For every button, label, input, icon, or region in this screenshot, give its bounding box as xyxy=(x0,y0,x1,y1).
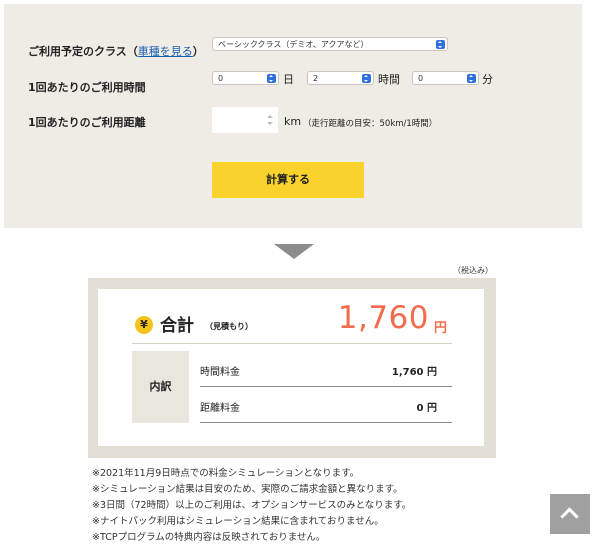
distance-hint-text: （走行距離の目安：50km/1時間） xyxy=(303,119,438,129)
paren-open: （ xyxy=(126,45,138,58)
triangle-down-icon xyxy=(274,244,314,259)
class-select[interactable]: ベーシッククラス（デミオ、アクアなど） xyxy=(212,37,448,51)
distance-fee-value: 0 円 xyxy=(416,403,437,414)
time-fee-value: 1,760 円 xyxy=(391,367,437,378)
total-unit: 円 xyxy=(434,321,448,336)
total-label: 合計 xyxy=(160,316,194,336)
yen-icon: ¥ xyxy=(135,316,153,334)
distance-hint: （走行距離の目安：50km/1時間） xyxy=(303,117,437,129)
time-label: 1回あたりのご利用時間 xyxy=(28,81,146,94)
vehicle-types-link[interactable]: 車種を見る xyxy=(138,45,193,58)
distance-label: 1回あたりのご利用距離 xyxy=(28,116,146,129)
select-arrows-icon xyxy=(436,40,445,49)
note-item: ※シミュレーション結果は目安のため、実際のご請求金額と異なります。 xyxy=(92,484,403,495)
total-sublabel: （見積もり） xyxy=(205,322,253,331)
scroll-top-button[interactable] xyxy=(550,494,590,534)
select-arrows-icon xyxy=(267,74,276,83)
breakdown-label: 内訳 xyxy=(132,351,189,423)
spinner-icon[interactable] xyxy=(267,115,273,125)
chevron-up-icon xyxy=(560,507,579,526)
minutes-unit: 分 xyxy=(482,73,493,86)
minutes-select-value: 0 xyxy=(418,74,424,83)
total-amount: 1,760 xyxy=(337,300,429,336)
distance-unit: km xyxy=(284,115,301,128)
divider xyxy=(200,422,452,423)
hours-select-value: 2 xyxy=(313,74,319,83)
days-select[interactable]: 0 xyxy=(212,71,279,85)
class-label-text: ご利用予定のクラス xyxy=(28,45,127,58)
divider xyxy=(132,343,452,344)
days-select-value: 0 xyxy=(218,74,224,83)
days-unit: 日 xyxy=(283,73,294,86)
note-item: ※ナイトパック利用はシミュレーション結果に含まれておりません。 xyxy=(92,516,384,527)
time-fee-label: 時間料金 xyxy=(200,367,240,378)
km-unit: km xyxy=(284,115,302,128)
note-item: ※2021年11月9日時点での料金シミュレーションとなります。 xyxy=(92,468,360,479)
notes-list: ※2021年11月9日時点での料金シミュレーションとなります。 ※シミュレーショ… xyxy=(92,466,411,546)
hours-unit: 時間 xyxy=(378,73,400,86)
note-item: ※3日間（72時間）以上のご利用は、オプションサービスのみとなります。 xyxy=(92,500,412,511)
distance-input[interactable] xyxy=(212,107,278,133)
paren-close: ） xyxy=(192,45,204,58)
distance-fee-label: 距離料金 xyxy=(200,403,240,414)
minutes-select[interactable]: 0 xyxy=(412,71,479,85)
calculate-button[interactable]: 計算する xyxy=(212,162,364,198)
class-label: ご利用予定のクラス（車種を見る） xyxy=(28,43,204,59)
tax-note: （税込み） xyxy=(453,266,493,275)
hours-select[interactable]: 2 xyxy=(307,71,374,85)
class-select-value: ベーシッククラス（デミオ、アクアなど） xyxy=(218,40,369,49)
note-item: ※TCPプログラムの特典内容は反映されておりません。 xyxy=(92,532,326,543)
divider xyxy=(200,386,452,387)
select-arrows-icon xyxy=(467,74,476,83)
select-arrows-icon xyxy=(362,74,371,83)
